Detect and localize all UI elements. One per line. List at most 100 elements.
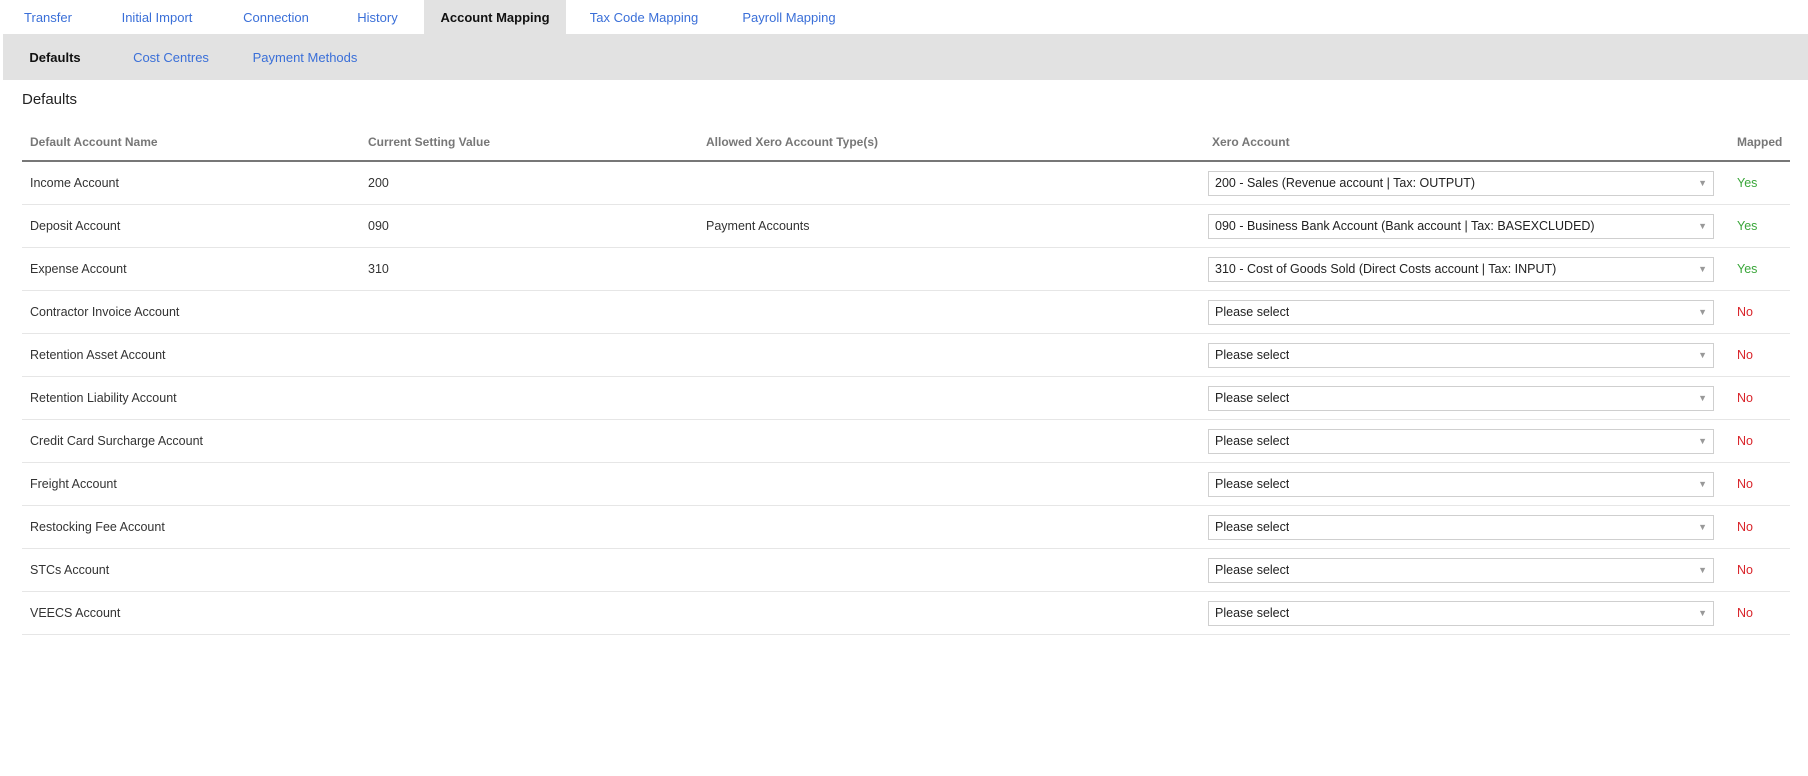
mapped-status: No: [1729, 290, 1790, 334]
tab-tax-code-mapping[interactable]: Tax Code Mapping: [566, 0, 722, 34]
allowed-types-cell: [698, 247, 1204, 291]
table-row: Freight Account Please select ▼ No: [22, 462, 1790, 506]
xero-account-cell: Please select ▼: [1204, 419, 1729, 463]
xero-account-selected-value: Please select: [1215, 391, 1290, 405]
mapped-status: No: [1729, 333, 1790, 377]
table-row: Income Account 200 200 - Sales (Revenue ac…: [22, 161, 1790, 205]
xero-account-cell: Please select ▼: [1204, 505, 1729, 549]
sub-tab-bar: Defaults Cost Centres Payment Methods: [3, 34, 1808, 80]
subtab-defaults[interactable]: Defaults: [3, 34, 107, 80]
allowed-types-cell: [698, 376, 1204, 420]
section-title: Defaults: [22, 91, 78, 108]
current-value-cell: [360, 505, 698, 549]
caret-down-icon: ▼: [1698, 479, 1707, 489]
caret-down-icon: ▼: [1698, 565, 1707, 575]
top-tab-bar: Transfer Initial Import Connection Histo…: [0, 0, 1808, 34]
xero-account-select[interactable]: Please select ▼: [1208, 428, 1714, 454]
tab-history[interactable]: History: [331, 0, 424, 34]
account-name-cell: VEECS Account: [22, 591, 360, 635]
table-row: Credit Card Surcharge Account Please sele…: [22, 419, 1790, 463]
tab-account-mapping[interactable]: Account Mapping: [424, 0, 566, 34]
xero-account-select[interactable]: Please select ▼: [1208, 600, 1714, 626]
xero-account-select[interactable]: Please select ▼: [1208, 299, 1714, 325]
allowed-types-cell: [698, 419, 1204, 463]
allowed-types-cell: Payment Accounts: [698, 204, 1204, 248]
caret-down-icon: ▼: [1698, 350, 1707, 360]
table-row: Expense Account 310 310 - Cost of Goods So…: [22, 247, 1790, 291]
tab-payroll-mapping[interactable]: Payroll Mapping: [722, 0, 856, 34]
allowed-types-cell: [698, 290, 1204, 334]
allowed-types-cell: [698, 505, 1204, 549]
account-name-cell: Freight Account: [22, 462, 360, 506]
xero-account-select[interactable]: 310 - Cost of Goods Sold (Direct Costs a…: [1208, 256, 1714, 282]
header-xero-account: Xero Account: [1204, 124, 1729, 162]
xero-account-cell: Please select ▼: [1204, 290, 1729, 334]
current-value-cell: [360, 591, 698, 635]
header-allowed-xero-account-types: Allowed Xero Account Type(s): [698, 124, 1204, 162]
caret-down-icon: ▼: [1698, 608, 1707, 618]
caret-down-icon: ▼: [1698, 307, 1707, 317]
current-value-cell: [360, 462, 698, 506]
xero-account-select[interactable]: Please select ▼: [1208, 514, 1714, 540]
header-current-setting-value: Current Setting Value: [360, 124, 698, 162]
current-value-cell: 090: [360, 204, 698, 248]
account-name-cell: Income Account: [22, 161, 360, 205]
current-value-cell: [360, 548, 698, 592]
xero-account-cell: Please select ▼: [1204, 462, 1729, 506]
account-name-cell: STCs Account: [22, 548, 360, 592]
table-row: STCs Account Please select ▼ No: [22, 548, 1790, 592]
xero-account-selected-value: Please select: [1215, 563, 1290, 577]
mapped-status: No: [1729, 505, 1790, 549]
xero-account-cell: Please select ▼: [1204, 548, 1729, 592]
mapped-status: No: [1729, 376, 1790, 420]
account-name-cell: Retention Liability Account: [22, 376, 360, 420]
account-name-cell: Restocking Fee Account: [22, 505, 360, 549]
allowed-types-cell: [698, 462, 1204, 506]
allowed-types-cell: [698, 548, 1204, 592]
tab-initial-import[interactable]: Initial Import: [93, 0, 221, 34]
xero-account-select[interactable]: 090 - Business Bank Account (Bank accoun…: [1208, 213, 1714, 239]
xero-account-selected-value: Please select: [1215, 348, 1290, 362]
current-value-cell: [360, 376, 698, 420]
xero-account-selected-value: Please select: [1215, 305, 1290, 319]
tab-transfer[interactable]: Transfer: [3, 0, 93, 34]
subtab-payment-methods[interactable]: Payment Methods: [235, 34, 375, 80]
caret-down-icon: ▼: [1698, 522, 1707, 532]
xero-account-selected-value: 310 - Cost of Goods Sold (Direct Costs a…: [1215, 262, 1557, 276]
caret-down-icon: ▼: [1698, 221, 1707, 231]
account-name-cell: Credit Card Surcharge Account: [22, 419, 360, 463]
subtab-cost-centres[interactable]: Cost Centres: [107, 34, 235, 80]
xero-account-select[interactable]: 200 - Sales (Revenue account | Tax: OUTP…: [1208, 170, 1714, 196]
table-header-row: Default Account Name Current Setting Val…: [22, 124, 1790, 162]
current-value-cell: 200: [360, 161, 698, 205]
caret-down-icon: ▼: [1698, 264, 1707, 274]
table-row: Restocking Fee Account Please select ▼ No: [22, 505, 1790, 549]
mapped-status: No: [1729, 548, 1790, 592]
defaults-table: Default Account Name Current Setting Val…: [22, 124, 1790, 635]
xero-account-select[interactable]: Please select ▼: [1208, 342, 1714, 368]
header-default-account-name: Default Account Name: [22, 124, 360, 162]
account-name-cell: Retention Asset Account: [22, 333, 360, 377]
caret-down-icon: ▼: [1698, 436, 1707, 446]
mapped-status: No: [1729, 419, 1790, 463]
xero-account-cell: 200 - Sales (Revenue account | Tax: OUTP…: [1204, 161, 1729, 205]
xero-account-cell: Please select ▼: [1204, 333, 1729, 377]
xero-account-select[interactable]: Please select ▼: [1208, 471, 1714, 497]
account-name-cell: Expense Account: [22, 247, 360, 291]
xero-account-selected-value: 200 - Sales (Revenue account | Tax: OUTP…: [1215, 176, 1476, 190]
tab-connection[interactable]: Connection: [221, 0, 331, 34]
mapped-status: Yes: [1729, 247, 1790, 291]
table-row: Deposit Account 090 Payment Accounts 090 - …: [22, 204, 1790, 248]
mapped-status: Yes: [1729, 161, 1790, 205]
xero-account-select[interactable]: Please select ▼: [1208, 385, 1714, 411]
xero-account-cell: 090 - Business Bank Account (Bank accoun…: [1204, 204, 1729, 248]
table-row: VEECS Account Please select ▼ No: [22, 591, 1790, 635]
table-row: Retention Asset Account Please select ▼ No: [22, 333, 1790, 377]
xero-account-select[interactable]: Please select ▼: [1208, 557, 1714, 583]
mapped-status: No: [1729, 591, 1790, 635]
current-value-cell: [360, 290, 698, 334]
mapped-status: No: [1729, 462, 1790, 506]
table-row: Contractor Invoice Account Please select ▼…: [22, 290, 1790, 334]
current-value-cell: [360, 333, 698, 377]
xero-account-selected-value: Please select: [1215, 606, 1290, 620]
